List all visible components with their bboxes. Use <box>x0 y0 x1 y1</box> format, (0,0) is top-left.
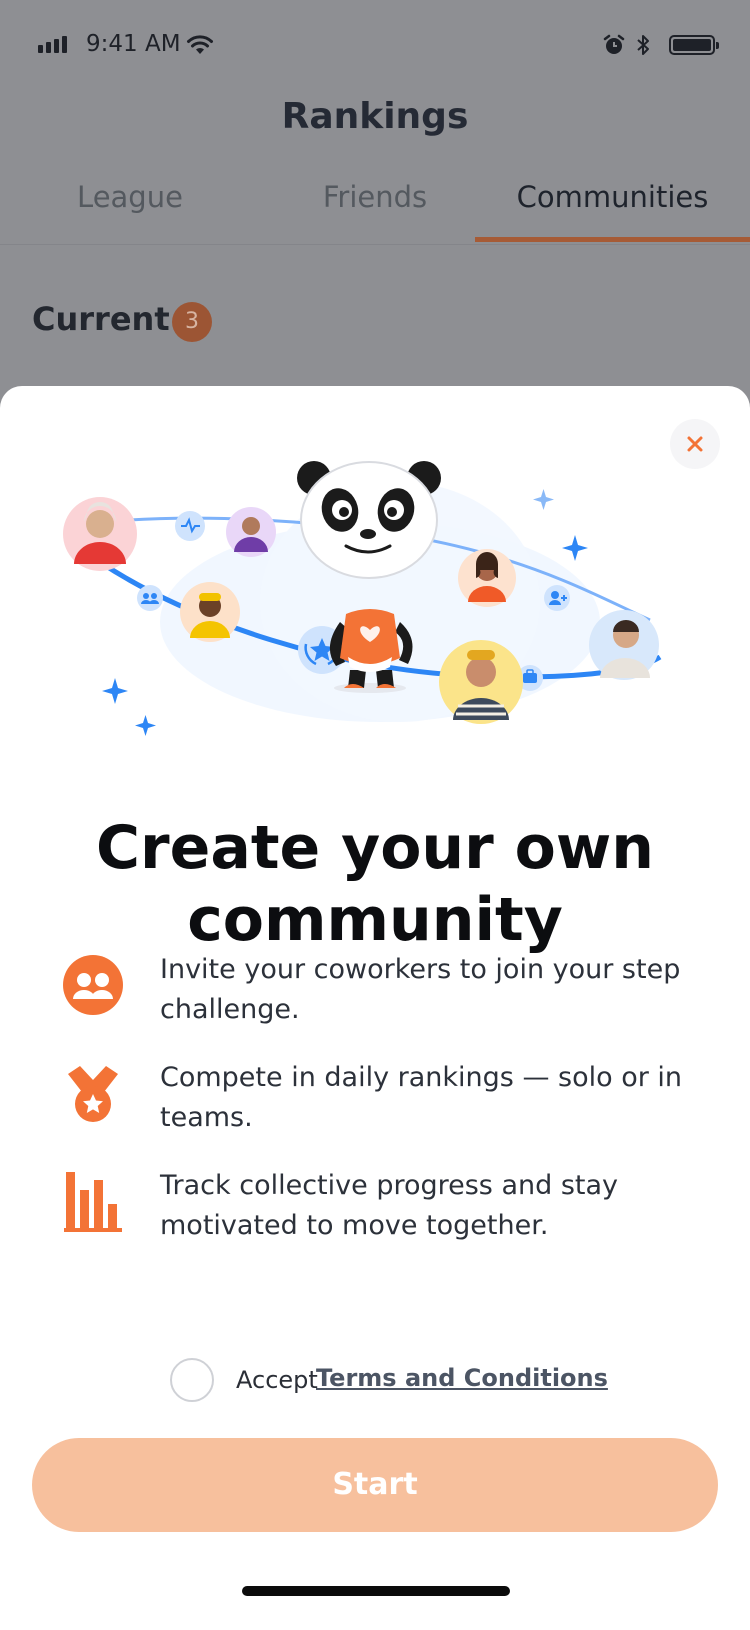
avatar <box>63 497 137 571</box>
heart-rate-icon <box>175 511 205 541</box>
home-indicator <box>242 1586 510 1596</box>
tab-league[interactable]: League <box>40 180 220 244</box>
avatar <box>458 549 516 607</box>
benefit-text: Invite your coworkers to join your step … <box>160 954 681 1025</box>
signal-icon <box>38 36 67 53</box>
people-icon <box>63 955 123 1015</box>
close-icon <box>687 436 703 452</box>
status-time: 9:41 AM <box>86 31 181 57</box>
bar-chart-icon <box>64 1172 122 1232</box>
group-icon <box>137 585 163 611</box>
avatar <box>226 507 276 557</box>
bottom-sheet: Create your own community Invite your co… <box>0 386 750 1630</box>
alarm-icon <box>603 34 625 54</box>
battery-icon <box>669 35 719 55</box>
benefit-text: Track collective progress and stay motiv… <box>160 1170 619 1241</box>
avatar <box>439 640 523 724</box>
count-badge: 3 <box>172 302 212 342</box>
tab-communities[interactable]: Communities <box>475 180 750 244</box>
bluetooth-icon <box>637 35 649 55</box>
sparkle-icon <box>533 489 554 510</box>
wifi-icon <box>187 35 213 54</box>
terms-link[interactable]: Terms and Conditions <box>316 1364 608 1392</box>
benefit-text: Compete in daily rankings — solo or in t… <box>160 1062 683 1133</box>
add-person-icon <box>544 585 570 611</box>
sparkle-icon <box>135 715 156 736</box>
sparkle-icon <box>102 678 128 704</box>
section-title: Current <box>32 300 170 338</box>
medal-icon <box>68 1066 118 1122</box>
page-title: Rankings <box>281 96 469 137</box>
terms-checkbox[interactable] <box>170 1358 214 1402</box>
sparkle-icon <box>562 535 588 561</box>
start-button[interactable]: Start <box>32 1438 718 1532</box>
sheet-headline: Create your own community <box>96 813 654 955</box>
tab-active-indicator <box>475 237 750 242</box>
divider <box>0 244 750 245</box>
accept-label: Accept <box>236 1366 318 1394</box>
avatar <box>180 582 240 642</box>
avatar <box>589 610 659 680</box>
tab-bar: League Friends Communities <box>0 180 750 244</box>
community-illustration <box>63 461 662 736</box>
tab-friends[interactable]: Friends <box>285 180 465 244</box>
status-bar: 9:41 AM <box>0 0 750 90</box>
